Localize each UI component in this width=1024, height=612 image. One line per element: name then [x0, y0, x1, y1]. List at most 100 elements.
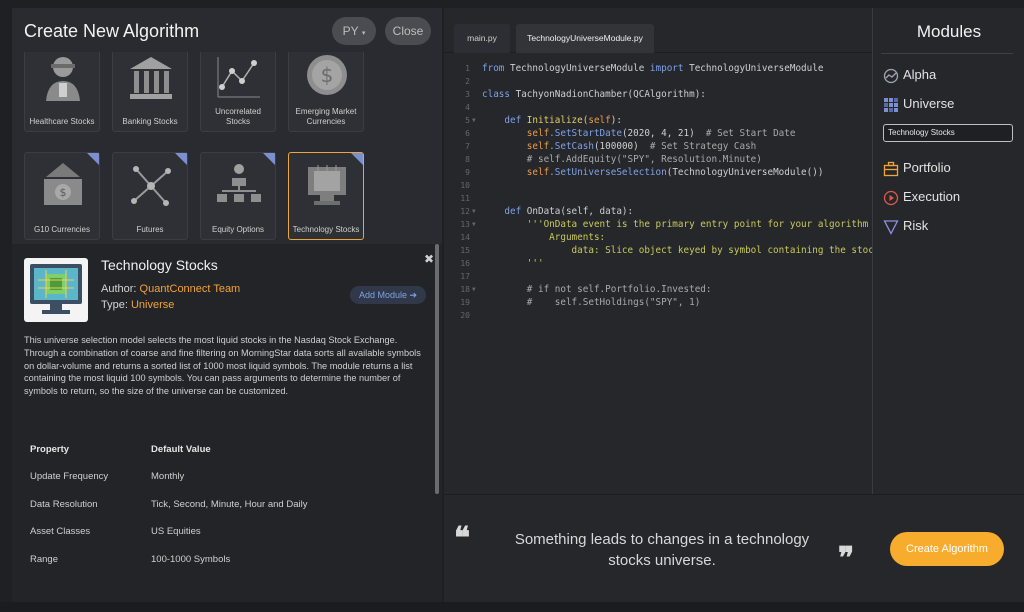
- tile-label: Healthcare Stocks: [29, 117, 95, 126]
- line-number: 11: [460, 194, 470, 203]
- code-line: 12 ▼ def OnData(self, data):: [444, 205, 872, 218]
- language-label: PY: [342, 24, 359, 38]
- line-number: 19: [460, 298, 470, 307]
- language-dropdown[interactable]: PY ▾: [332, 17, 376, 45]
- property-key: Update Frequency: [30, 471, 109, 483]
- module-label: Risk: [903, 218, 929, 233]
- code-token: .SetCash: [549, 141, 594, 152]
- code-token: (100000): [593, 141, 639, 152]
- table-row: Update Frequency Monthly: [30, 471, 410, 498]
- cpu-chip-icon: [308, 165, 346, 205]
- code-token: ):: [610, 115, 622, 126]
- code-line: 8 # self.AddEquity("SPY", Resolution.Min…: [444, 153, 872, 166]
- panel-scrollbar[interactable]: [435, 244, 439, 494]
- code-line: 7 self.SetCash(100000) # Set Strategy Ca…: [444, 140, 872, 153]
- property-value: 100-1000 Symbols: [151, 553, 231, 565]
- module-title: Technology Stocks: [101, 257, 218, 273]
- alpha-chart-icon: [883, 68, 899, 84]
- tile-emerging-market-currencies[interactable]: $ Emerging Market Currencies: [288, 52, 364, 132]
- module-thumbnail: [24, 258, 88, 322]
- universe-grid-icon: [884, 98, 898, 112]
- table-header: Property Default Value: [30, 444, 410, 471]
- add-module-button[interactable]: Add Module ➔: [350, 286, 426, 304]
- network-icon: [131, 166, 171, 206]
- line-number: 3: [465, 90, 470, 99]
- code-token: self: [526, 141, 550, 152]
- code-area[interactable]: 1 from TechnologyUniverseModule import Te…: [444, 60, 872, 490]
- corner-marker: [175, 153, 187, 165]
- code-line: 19 # self.SetHoldings("SPY", 1): [444, 296, 872, 309]
- author-line: Author: QuantConnect Team: [101, 283, 240, 295]
- line-number: 5: [465, 116, 470, 125]
- tile-label: Banking Stocks: [122, 117, 178, 126]
- close-icon[interactable]: ✖: [424, 252, 434, 266]
- header-property: Property: [30, 444, 70, 455]
- tile-uncorrelated-stocks[interactable]: Uncorrelated Stocks: [200, 52, 276, 132]
- code-editor: main.py TechnologyUniverseModule.py 1 fro…: [444, 8, 872, 494]
- code-line: 14 Arguments:: [444, 231, 872, 244]
- tile-technology-stocks[interactable]: Technology Stocks: [288, 152, 364, 240]
- arrow-right-icon: ➔: [409, 290, 418, 300]
- tab-main-py[interactable]: main.py: [454, 24, 510, 53]
- code-token: .SetStartDate: [549, 128, 622, 139]
- code-token: # self.SetHoldings("SPY", 1): [526, 297, 701, 308]
- line-number: 6: [465, 129, 470, 138]
- quote-close-icon: ❞: [838, 541, 855, 576]
- code-line: 1 from TechnologyUniverseModule import Te…: [444, 62, 872, 75]
- code-line: 20: [444, 309, 872, 322]
- corner-marker: [263, 153, 275, 165]
- line-number: 16: [460, 259, 470, 268]
- code-token: ''': [526, 258, 544, 269]
- properties-table: Property Default Value Update Frequency …: [30, 444, 410, 581]
- fold-arrow-icon[interactable]: ▼: [472, 218, 476, 231]
- quote-footer: ❝ Something leads to changes in a techno…: [444, 494, 1024, 602]
- table-row: Asset Classes US Equities: [30, 526, 410, 553]
- tile-label: Uncorrelated Stocks: [215, 107, 261, 126]
- code-token: data: Slice object keyed by symbol conta…: [526, 245, 872, 256]
- editor-tabs: main.py TechnologyUniverseModule.py: [444, 8, 872, 53]
- fold-arrow-icon[interactable]: ▼: [472, 205, 476, 218]
- code-token: Initialize(: [521, 115, 589, 126]
- line-number: 9: [465, 168, 470, 177]
- type-label: Type:: [101, 299, 128, 311]
- author-link[interactable]: QuantConnect Team: [140, 283, 241, 295]
- code-token: class: [482, 89, 510, 100]
- table-row: Data Resolution Tick, Second, Minute, Ho…: [30, 499, 410, 526]
- tile-label: Futures: [136, 225, 164, 234]
- module-label: Alpha: [903, 67, 937, 82]
- code-line: 17: [444, 270, 872, 283]
- code-token: import: [649, 63, 684, 74]
- tile-futures[interactable]: Futures: [112, 152, 188, 240]
- code-line: 13 ▼ '''OnData event is the primary entry…: [444, 218, 872, 231]
- tab-technology-universe-module[interactable]: TechnologyUniverseModule.py: [516, 24, 654, 53]
- line-number: 17: [460, 272, 470, 281]
- code-token: (TechnologyUniverseModule()): [666, 167, 824, 178]
- create-algorithm-button[interactable]: Create Algorithm: [890, 532, 1004, 566]
- line-number: 14: [460, 233, 470, 242]
- tile-equity-options[interactable]: Equity Options: [200, 152, 276, 240]
- code-line: 5 ▼ def Initialize(self):: [444, 114, 872, 127]
- tile-g10-currencies[interactable]: $ G10 Currencies: [24, 152, 100, 240]
- tile-banking-stocks[interactable]: Banking Stocks: [112, 52, 188, 132]
- modules-title: Modules: [916, 22, 982, 41]
- module-search-input[interactable]: Technology Stocks: [883, 124, 1013, 142]
- module-label: Universe: [903, 96, 955, 111]
- code-token: TechnologyUniverseModule: [683, 63, 824, 74]
- tile-label: G10 Currencies: [33, 225, 91, 234]
- bank-icon: [130, 57, 172, 99]
- code-token: # Set Strategy Cash: [638, 141, 757, 152]
- line-number: 12: [460, 207, 470, 216]
- module-description: This universe selection model selects th…: [24, 335, 421, 397]
- triangle-down-icon: [883, 220, 899, 235]
- tile-healthcare-stocks[interactable]: Healthcare Stocks: [24, 52, 100, 132]
- header-default-value: Default Value: [151, 444, 211, 455]
- modules-panel: Modules Alpha Universe Technology Stocks…: [872, 8, 1024, 494]
- module-detail: ✖ Technology Stocks Author: QuantConnect…: [12, 244, 442, 602]
- create-algorithm-panel: Create New Algorithm PY ▾ Close Healthca…: [12, 8, 442, 602]
- close-button[interactable]: Close: [385, 17, 431, 45]
- fold-arrow-icon[interactable]: ▼: [472, 114, 476, 127]
- code-token: # self.AddEquity("SPY", Resolution.Minut…: [526, 154, 762, 165]
- module-label: Execution: [903, 189, 961, 204]
- fold-arrow-icon[interactable]: ▼: [472, 283, 476, 296]
- quote-open-icon: ❝: [454, 521, 471, 556]
